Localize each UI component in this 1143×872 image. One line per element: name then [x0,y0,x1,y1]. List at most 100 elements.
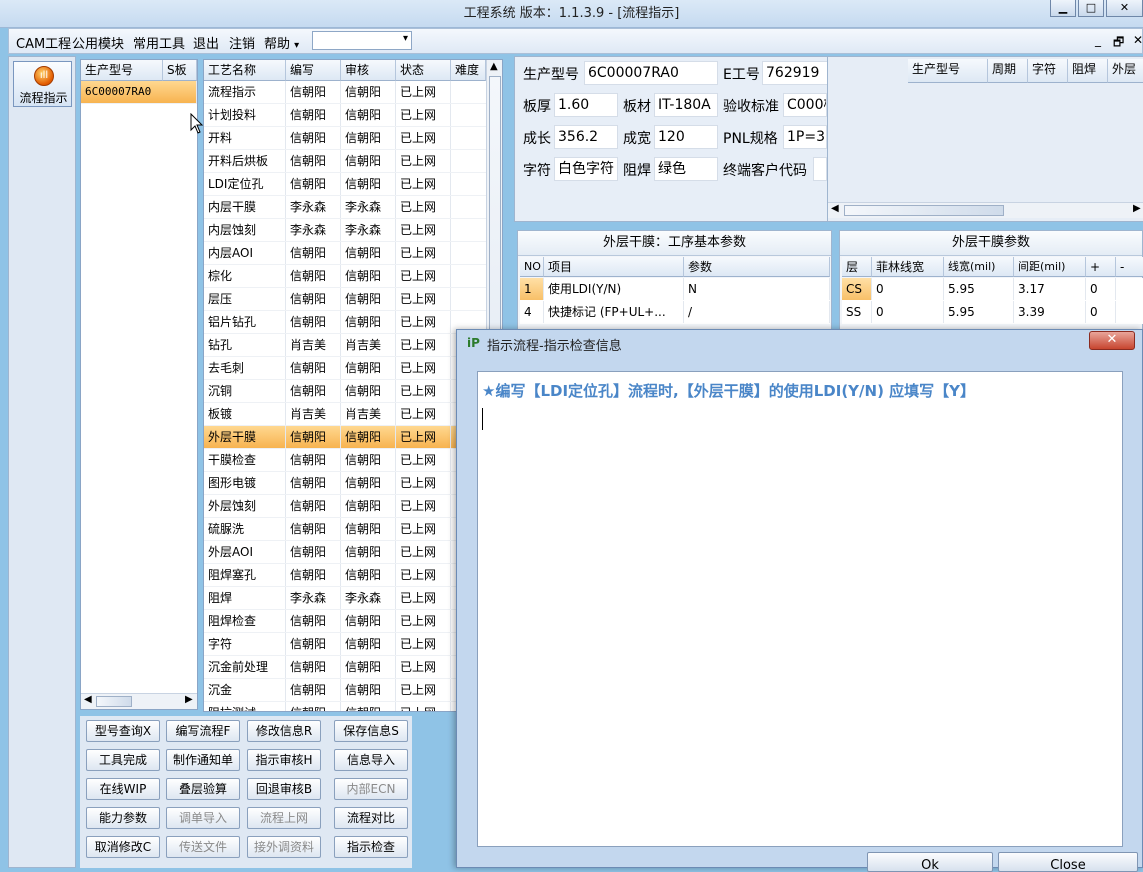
menu-logout[interactable]: 注销 [229,33,255,52]
table-row[interactable]: 阻焊 李永森 李永森 已上网 [204,587,486,610]
action-button[interactable]: 流程对比 [334,807,408,829]
film-header-layer[interactable]: 层 [842,257,872,277]
menu-cam[interactable]: CAM工程 [16,33,71,52]
side-header-model[interactable]: 生产型号 [908,59,988,83]
column-header-author[interactable]: 编写 [286,60,341,81]
scroll-thumb[interactable] [844,205,1004,216]
horizontal-scrollbar[interactable]: ◀ ▶ [81,693,197,709]
action-button[interactable]: 指示检查 [334,836,408,858]
table-row[interactable]: 去毛刺 信朝阳 信朝阳 已上网 [204,357,486,380]
side-header-cycle[interactable]: 周期 [988,59,1028,83]
table-row[interactable]: 铝片钻孔 信朝阳 信朝阳 已上网 [204,311,486,334]
basic-header-no[interactable]: NO [520,257,544,277]
ok-button[interactable]: Ok [867,852,993,872]
table-row[interactable]: 1 使用LDI(Y/N) N [520,278,830,301]
table-row[interactable]: 板镀 肖吉美 肖吉美 已上网 [204,403,486,426]
film-header-film-width[interactable]: 菲林线宽 [872,257,944,277]
film-header-plus[interactable]: + [1086,257,1116,277]
action-button[interactable]: 流程上网 [247,807,321,829]
table-row[interactable]: 内层干膜 李永森 李永森 已上网 [204,196,486,219]
mdi-close-icon[interactable]: ✕ [1133,33,1143,47]
process-indicator-button[interactable]: ıll 流程指示 [13,61,72,107]
table-row[interactable]: 流程指示 信朝阳 信朝阳 已上网 [204,81,486,104]
action-button[interactable]: 信息导入 [334,749,408,771]
menu-tools[interactable]: 常用工具 [133,33,185,52]
table-row[interactable]: 层压 信朝阳 信朝阳 已上网 [204,288,486,311]
list-item[interactable]: 6C00007RA0 [81,81,197,104]
width-field[interactable]: 120 [654,125,718,149]
action-button[interactable]: 叠层验算 [166,778,240,800]
table-row[interactable]: 钻孔 肖吉美 肖吉美 已上网 [204,334,486,357]
film-header-minus[interactable]: - [1116,257,1143,277]
action-button[interactable]: 修改信息R [247,720,321,742]
table-row[interactable]: 阻焊检查 信朝阳 信朝阳 已上网 [204,610,486,633]
table-row[interactable]: 沉金前处理 信朝阳 信朝阳 已上网 [204,656,486,679]
table-row[interactable]: 开料 信朝阳 信朝阳 已上网 [204,127,486,150]
pnl-field[interactable]: 1P=3U [783,125,827,149]
table-row[interactable]: 图形电镀 信朝阳 信朝阳 已上网 [204,472,486,495]
solder-mask-field[interactable]: 绿色 [654,157,718,181]
action-button[interactable]: 保存信息S [334,720,408,742]
menu-exit[interactable]: 退出 [193,33,219,52]
action-button[interactable]: 接外调资料 [247,836,321,858]
length-field[interactable]: 356.2 [554,125,618,149]
table-row[interactable]: CS 0 5.95 3.17 0 [842,278,1143,301]
table-row[interactable]: 计划投料 信朝阳 信朝阳 已上网 [204,104,486,127]
table-row[interactable]: LDI定位孔 信朝阳 信朝阳 已上网 [204,173,486,196]
table-row[interactable]: 阻焊塞孔 信朝阳 信朝阳 已上网 [204,564,486,587]
table-row[interactable]: 沉金 信朝阳 信朝阳 已上网 [204,679,486,702]
scroll-thumb[interactable] [96,696,132,707]
thickness-field[interactable]: 1.60 [554,93,618,117]
action-button[interactable]: 制作通知单 [166,749,240,771]
action-button[interactable]: 工具完成 [86,749,160,771]
column-header-s-board[interactable]: S板 [163,60,197,81]
side-header-mask[interactable]: 阻焊 [1068,59,1108,83]
action-button[interactable]: 编写流程F [166,720,240,742]
table-row[interactable]: 外层AOI 信朝阳 信朝阳 已上网 [204,541,486,564]
basic-header-item[interactable]: 项目 [544,257,684,277]
table-row[interactable]: 4 快捷标记 (FP+UL+... / [520,301,830,324]
close-window-button[interactable]: ✕ [1106,0,1143,17]
column-header-model[interactable]: 生产型号 [81,60,163,81]
action-button[interactable]: 能力参数 [86,807,160,829]
menu-help[interactable]: 帮助 ▾ [264,33,299,52]
table-row[interactable]: 外层蚀刻 信朝阳 信朝阳 已上网 [204,495,486,518]
action-button[interactable]: 传送文件 [166,836,240,858]
action-button[interactable]: 取消修改C [86,836,160,858]
table-row[interactable]: 棕化 信朝阳 信朝阳 已上网 [204,265,486,288]
horizontal-scrollbar[interactable]: ◀ ▶ [828,202,1143,218]
minimize-button[interactable]: ▁ [1050,0,1076,17]
column-header-status[interactable]: 状态 [396,60,451,81]
table-row[interactable]: SS 0 5.95 3.39 0 [842,301,1143,324]
mdi-restore-icon[interactable]: 🗗 [1113,33,1124,54]
dialog-close-button[interactable]: ✕ [1089,331,1135,350]
table-row[interactable]: 内层AOI 信朝阳 信朝阳 已上网 [204,242,486,265]
film-header-spacing[interactable]: 间距(mil) [1014,257,1086,277]
mdi-minimize-icon[interactable]: _ [1095,33,1101,47]
column-header-process[interactable]: 工艺名称 [204,60,286,81]
basic-header-param[interactable]: 参数 [684,257,830,277]
action-button[interactable]: 指示审核H [247,749,321,771]
character-field[interactable]: 白色字符 [554,157,618,181]
side-header-character[interactable]: 字符 [1028,59,1068,83]
action-button[interactable]: 型号查询X [86,720,160,742]
maximize-button[interactable]: □ [1078,0,1104,17]
column-header-difficulty[interactable]: 难度 [451,60,486,81]
table-row[interactable]: 字符 信朝阳 信朝阳 已上网 [204,633,486,656]
menu-combo-box[interactable]: ▾ [312,31,412,50]
table-row[interactable]: 硫脲洗 信朝阳 信朝阳 已上网 [204,518,486,541]
action-button[interactable]: 在线WIP [86,778,160,800]
table-row[interactable]: 干膜检查 信朝阳 信朝阳 已上网 [204,449,486,472]
action-button[interactable]: 调单导入 [166,807,240,829]
model-field[interactable]: 6C00007RA0 [584,61,718,85]
film-header-line-width[interactable]: 线宽(mil) [944,257,1014,277]
table-row[interactable]: 沉铜 信朝阳 信朝阳 已上网 [204,380,486,403]
close-button[interactable]: Close [998,852,1138,872]
action-button[interactable]: 内部ECN [334,778,408,800]
action-button[interactable]: 回退审核B [247,778,321,800]
table-row[interactable]: 内层蚀刻 李永森 李永森 已上网 [204,219,486,242]
column-header-reviewer[interactable]: 审核 [341,60,396,81]
standard-field[interactable]: C000梳 [783,93,827,117]
table-row[interactable]: 开料后烘板 信朝阳 信朝阳 已上网 [204,150,486,173]
table-row[interactable]: 阻抗测试信朝阳信朝阳已上网 [204,702,486,711]
